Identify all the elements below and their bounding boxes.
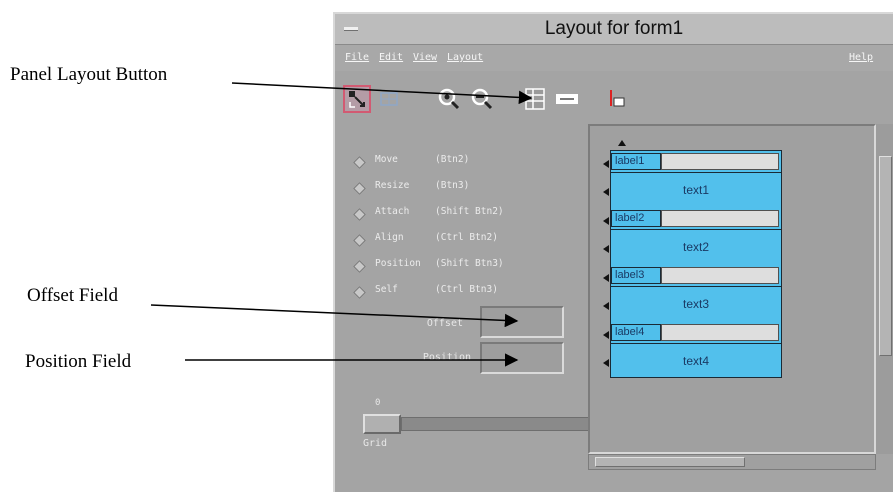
callout-position-field: Position Field	[25, 351, 132, 372]
attach-button[interactable]	[603, 85, 631, 113]
mode-panel: Move (Btn2) Resize (Btn3) Attach (Shift …	[353, 124, 583, 464]
menu-layout[interactable]: Layout	[447, 52, 483, 63]
menu-view[interactable]: View	[413, 52, 437, 63]
form-text-widget[interactable]: text1	[611, 172, 781, 208]
grid-slider[interactable]	[363, 414, 597, 434]
attach-handle-icon[interactable]	[603, 160, 609, 168]
menu-file[interactable]: File	[345, 52, 369, 63]
radio-diamond-icon[interactable]	[353, 182, 366, 195]
menu-edit[interactable]: Edit	[379, 52, 403, 63]
horizontal-scroll-thumb[interactable]	[595, 457, 745, 467]
form-text-widget[interactable]: text3	[611, 286, 781, 322]
form-row: label1 text1	[611, 151, 781, 208]
toolbar	[335, 71, 893, 127]
form-row: label4 text4	[611, 322, 781, 379]
radio-diamond-icon[interactable]	[353, 286, 366, 299]
zoom-out-icon	[471, 88, 493, 110]
attach-handle-icon[interactable]	[603, 302, 609, 310]
panel-layout-button[interactable]	[521, 85, 549, 113]
attach-handle-icon[interactable]	[603, 245, 609, 253]
vertical-scrollbar[interactable]	[876, 124, 893, 454]
offset-field[interactable]	[480, 306, 564, 338]
zoom-out-button[interactable]	[468, 85, 496, 113]
form-text-widget[interactable]: text2	[611, 229, 781, 265]
form-label-widget[interactable]: label4	[611, 324, 661, 341]
form-label-widget[interactable]: label1	[611, 153, 661, 170]
attach-icon	[610, 90, 625, 107]
grid-value: 0	[375, 398, 381, 408]
zoom-in-button[interactable]	[435, 85, 463, 113]
grid-icon	[380, 92, 398, 106]
form-row: label2 text2	[611, 208, 781, 265]
form-preview[interactable]: label1 text1 label2 text2 label3 text3 l…	[610, 150, 782, 378]
attach-handle-icon[interactable]	[603, 331, 609, 339]
attach-handle-icon[interactable]	[603, 274, 609, 282]
menu-help[interactable]: Help	[849, 52, 873, 63]
horizontal-scrollbar[interactable]	[588, 454, 876, 470]
panel-layout-icon	[525, 88, 545, 110]
form-label-widget[interactable]: label2	[611, 210, 661, 227]
grid-slider-thumb[interactable]	[363, 414, 401, 434]
vertical-scroll-thumb[interactable]	[879, 156, 892, 356]
layout-pointer-button[interactable]	[343, 85, 371, 113]
form-label-widget[interactable]: label3	[611, 267, 661, 284]
position-label: Position	[422, 352, 471, 363]
label-field[interactable]	[661, 267, 779, 284]
form-row: label3 text3	[611, 265, 781, 322]
radio-diamond-icon[interactable]	[353, 208, 366, 221]
radio-diamond-icon[interactable]	[353, 260, 366, 273]
attach-handle-icon[interactable]	[603, 188, 609, 196]
callout-offset-field: Offset Field	[27, 285, 118, 306]
attach-handle-icon[interactable]	[603, 217, 609, 225]
position-field[interactable]	[480, 342, 564, 374]
menu-bar: File Edit View Layout Help	[335, 45, 893, 71]
label-field[interactable]	[661, 210, 779, 227]
grid-button[interactable]	[375, 85, 403, 113]
form-text-widget[interactable]: text4	[611, 343, 781, 379]
label-field[interactable]	[661, 324, 779, 341]
title-bar: Layout for form1	[335, 14, 893, 45]
zoom-in-icon	[438, 88, 460, 110]
window-title: Layout for form1	[544, 18, 684, 39]
layout-window: Layout for form1 File Edit View Layout H…	[333, 12, 893, 492]
callout-panel-layout: Panel Layout Button	[10, 64, 168, 85]
label-field[interactable]	[661, 153, 779, 170]
radio-diamond-icon[interactable]	[353, 156, 366, 169]
dialog-icon	[556, 94, 578, 104]
radio-diamond-icon[interactable]	[353, 234, 366, 247]
attach-handle-icon[interactable]	[603, 359, 609, 367]
grid-slider-trough[interactable]	[401, 417, 597, 431]
grid-label: Grid	[363, 438, 388, 449]
dialog-button[interactable]	[553, 85, 581, 113]
layout-pointer-icon	[349, 91, 365, 108]
attach-handle-icon[interactable]	[618, 140, 626, 146]
offset-label: Offset	[426, 318, 463, 329]
